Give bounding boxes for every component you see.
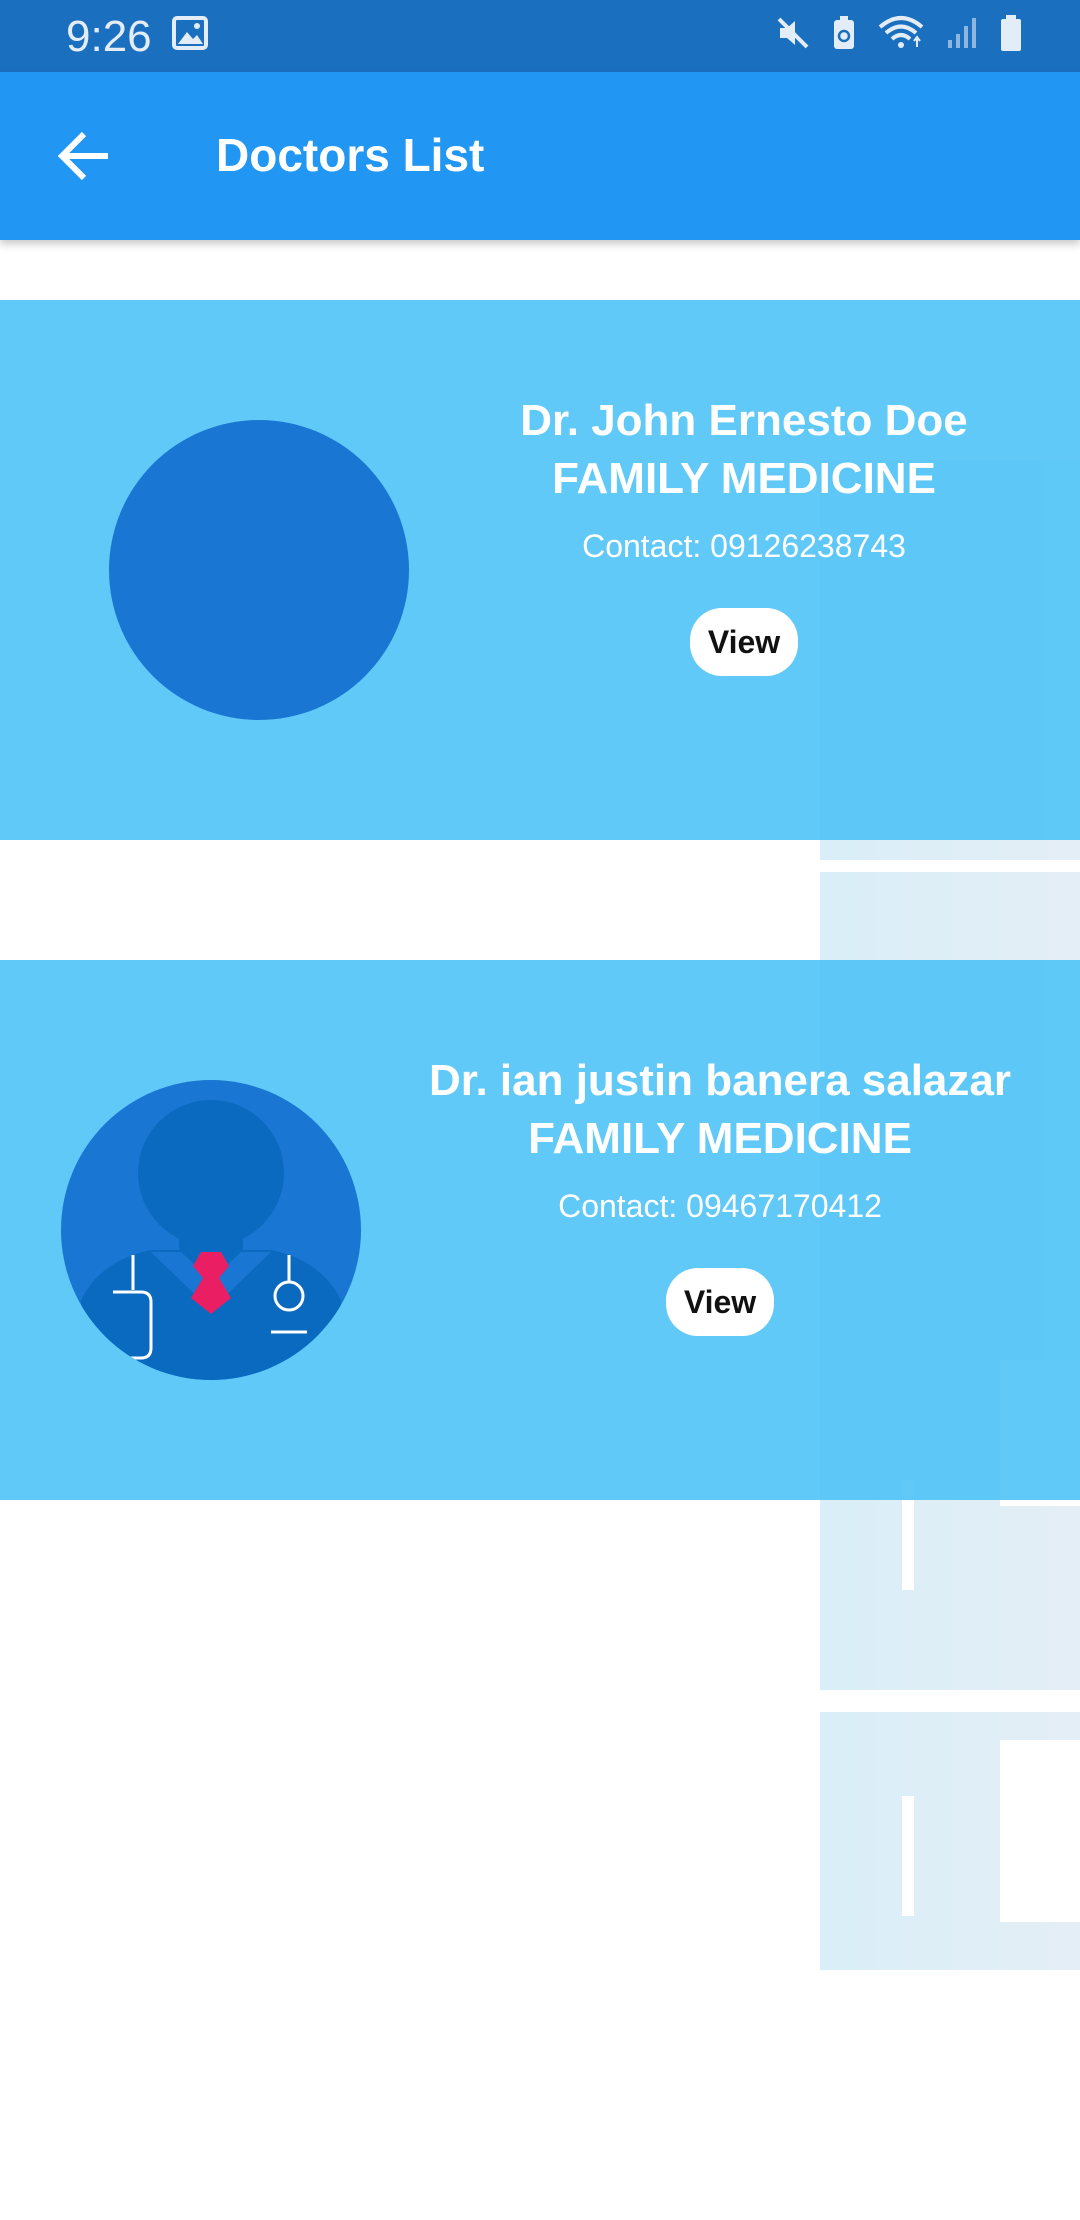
view-button[interactable]: View xyxy=(689,608,799,676)
doctor-contact: Contact: 09467170412 xyxy=(558,1188,882,1224)
arrow-left-icon xyxy=(57,131,108,181)
battery-icon xyxy=(1000,14,1022,57)
doctor-info: Dr. ian justin banera salazar FAMILY MED… xyxy=(380,1052,1060,1336)
battery-saver-icon xyxy=(832,15,856,56)
status-icons xyxy=(776,14,1022,57)
doctor-contact: Contact: 09126238743 xyxy=(582,528,906,564)
status-bar: 9:26 xyxy=(0,0,1080,72)
doctor-name: Dr. John Ernesto Doe xyxy=(520,396,968,445)
page-title: Doctors List xyxy=(216,129,485,181)
doctor-info: Dr. John Ernesto Doe FAMILY MEDICINE Con… xyxy=(470,392,1018,676)
mute-icon xyxy=(776,16,810,55)
view-button[interactable]: View xyxy=(665,1268,775,1336)
signal-icon xyxy=(946,16,978,55)
doctor-card[interactable]: Dr. ian justin banera salazar FAMILY MED… xyxy=(0,960,1080,1500)
doctor-specialty: FAMILY MEDICINE xyxy=(552,454,936,503)
image-icon xyxy=(172,16,208,55)
wifi-icon xyxy=(878,15,924,56)
doctor-card[interactable]: Dr. John Ernesto Doe FAMILY MEDICINE Con… xyxy=(0,300,1080,840)
doctor-avatar xyxy=(109,420,409,720)
doctor-specialty: FAMILY MEDICINE xyxy=(528,1114,912,1163)
doctor-name: Dr. ian justin banera salazar xyxy=(428,1056,1011,1105)
status-time: 9:26 xyxy=(66,12,152,61)
back-button[interactable] xyxy=(52,124,116,188)
doctor-illustration-icon xyxy=(81,1100,341,1380)
doctor-avatar xyxy=(61,1080,361,1380)
app-bar: Doctors List xyxy=(0,72,1080,240)
